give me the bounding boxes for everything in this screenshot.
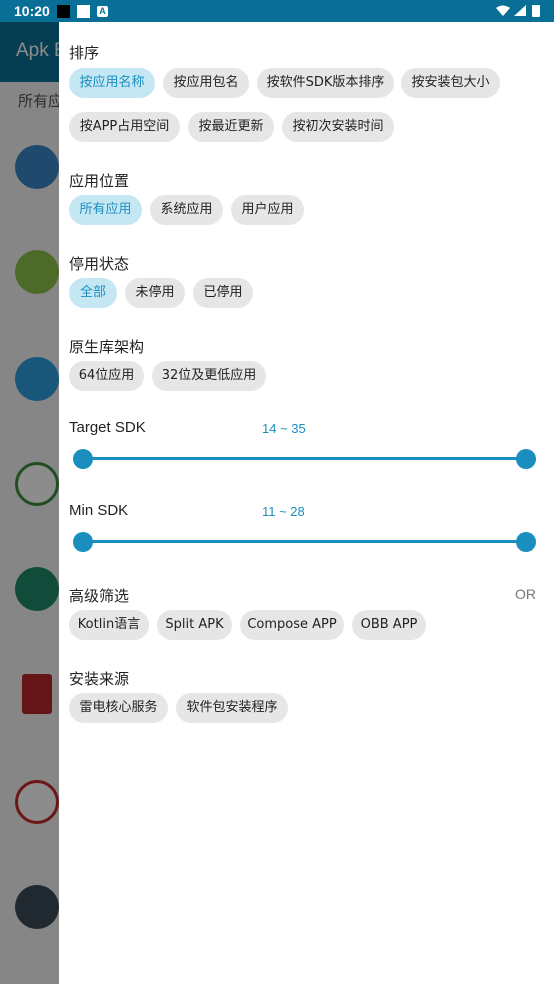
- target-sdk-range-label: 14 ~ 35: [262, 421, 306, 436]
- location-user-chip[interactable]: 用户应用: [231, 195, 304, 225]
- sort-by-package-chip[interactable]: 按应用包名: [163, 68, 249, 98]
- sort-section-title: 排序: [69, 44, 100, 62]
- source-leidian-chip[interactable]: 雷电核心服务: [69, 693, 168, 723]
- location-all-chip[interactable]: 所有应用: [69, 195, 142, 225]
- notification-icon: [77, 5, 90, 18]
- min-sdk-title: Min SDK: [69, 502, 129, 519]
- sort-by-first-install-chip[interactable]: 按初次安装时间: [282, 112, 394, 142]
- state-disabled-chip[interactable]: 已停用: [193, 278, 253, 308]
- target-sdk-min-thumb[interactable]: [73, 449, 93, 469]
- kotlin-chip[interactable]: Kotlin语言: [69, 610, 149, 640]
- disabled-state-section-title: 停用状态: [69, 255, 130, 273]
- notification-icon: [57, 5, 70, 18]
- abi-section-title: 原生库架构: [69, 338, 145, 356]
- source-package-installer-chip[interactable]: 软件包安装程序: [176, 693, 288, 723]
- state-enabled-chip[interactable]: 未停用: [125, 278, 185, 308]
- status-time: 10:20: [14, 3, 50, 19]
- location-system-chip[interactable]: 系统应用: [150, 195, 223, 225]
- cell-signal-icon: [514, 5, 526, 16]
- split-apk-chip[interactable]: Split APK: [157, 610, 232, 640]
- min-sdk-slider-track[interactable]: [83, 540, 526, 543]
- install-source-section-title: 安装来源: [69, 670, 130, 688]
- abi-64bit-chip[interactable]: 64位应用: [69, 361, 144, 391]
- location-section-title: 应用位置: [69, 172, 130, 190]
- abi-32bit-chip[interactable]: 32位及更低应用: [152, 361, 266, 391]
- sort-by-storage-chip[interactable]: 按APP占用空间: [69, 112, 180, 142]
- state-all-chip[interactable]: 全部: [69, 278, 117, 308]
- battery-icon: [532, 5, 540, 17]
- min-sdk-max-thumb[interactable]: [516, 532, 536, 552]
- status-bar: 10:20 A: [0, 0, 554, 22]
- compose-app-chip[interactable]: Compose APP: [240, 610, 344, 640]
- min-sdk-range-label: 11 ~ 28: [262, 504, 305, 519]
- advanced-section-title: 高级筛选: [69, 587, 130, 605]
- target-sdk-max-thumb[interactable]: [516, 449, 536, 469]
- obb-app-chip[interactable]: OBB APP: [352, 610, 426, 640]
- sort-by-recent-update-chip[interactable]: 按最近更新: [188, 112, 274, 142]
- wifi-icon: [496, 5, 510, 16]
- target-sdk-title: Target SDK: [69, 419, 146, 436]
- a-badge-icon: A: [97, 6, 108, 17]
- target-sdk-slider-track[interactable]: [83, 457, 526, 460]
- filter-drawer: 排序 按应用名称 按应用包名 按软件SDK版本排序 按安装包大小 按APP占用空…: [59, 22, 554, 984]
- sort-by-size-chip[interactable]: 按安装包大小: [401, 68, 500, 98]
- sort-by-name-chip[interactable]: 按应用名称: [69, 68, 155, 98]
- signal-battery-icons: [496, 5, 540, 17]
- filter-mode-toggle[interactable]: OR: [515, 586, 536, 602]
- sort-by-sdk-chip[interactable]: 按软件SDK版本排序: [257, 68, 394, 98]
- min-sdk-min-thumb[interactable]: [73, 532, 93, 552]
